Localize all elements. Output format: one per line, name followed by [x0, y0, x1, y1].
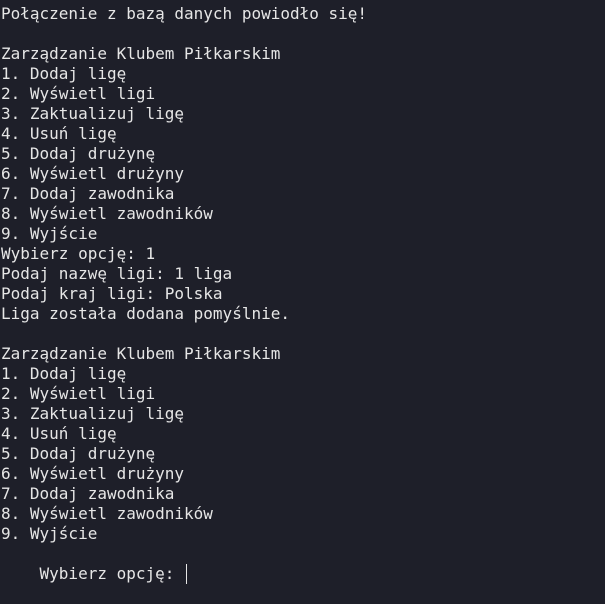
- terminal-line: 7. Dodaj zawodnika: [1, 484, 175, 503]
- terminal-line: 6. Wyświetl drużyny: [1, 164, 185, 183]
- terminal-line: 8. Wyświetl zawodników: [1, 204, 213, 223]
- terminal-line: 1. Dodaj ligę: [1, 364, 127, 383]
- terminal-line: 9. Wyjście: [1, 524, 98, 543]
- terminal-line: 3. Zaktualizuj ligę: [1, 104, 185, 123]
- terminal-output: Połączenie z bazą danych powiodło się! Za…: [0, 0, 605, 584]
- terminal-line: 5. Dodaj drużynę: [1, 444, 156, 463]
- terminal-line: Wybierz opcję: 1: [1, 244, 156, 263]
- terminal-lines: Połączenie z bazą danych powiodło się! Za…: [1, 4, 605, 544]
- terminal-line: 7. Dodaj zawodnika: [1, 184, 175, 203]
- terminal-line: 3. Zaktualizuj ligę: [1, 404, 185, 423]
- terminal-line: 4. Usuń ligę: [1, 124, 117, 143]
- terminal-line: 2. Wyświetl ligi: [1, 84, 156, 103]
- terminal-line: Liga została dodana pomyślnie.: [1, 304, 290, 323]
- terminal-line: Zarządzanie Klubem Piłkarskim: [1, 344, 281, 363]
- text-cursor: [186, 564, 188, 584]
- terminal-line: 1. Dodaj ligę: [1, 64, 127, 83]
- terminal-line: Połączenie z bazą danych powiodło się!: [1, 4, 368, 23]
- prompt-text: Wybierz opcję:: [39, 564, 185, 583]
- terminal-line: 4. Usuń ligę: [1, 424, 117, 443]
- terminal-line: Zarządzanie Klubem Piłkarskim: [1, 44, 281, 63]
- terminal-line: 2. Wyświetl ligi: [1, 384, 156, 403]
- terminal-line: 5. Dodaj drużynę: [1, 144, 156, 163]
- terminal-line: 6. Wyświetl drużyny: [1, 464, 185, 483]
- terminal-line: 8. Wyświetl zawodników: [1, 504, 213, 523]
- prompt-line[interactable]: Wybierz opcję:: [1, 544, 605, 584]
- terminal-line: Podaj kraj ligi: Polska: [1, 284, 223, 303]
- terminal-line: 9. Wyjście: [1, 224, 98, 243]
- terminal-line: Podaj nazwę ligi: 1 liga: [1, 264, 233, 283]
